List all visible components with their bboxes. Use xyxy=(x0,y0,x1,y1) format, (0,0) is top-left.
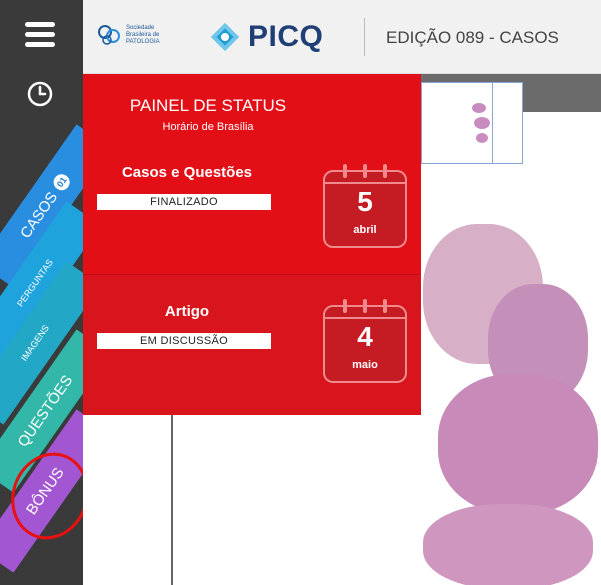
sbp-logo-line: Brasileira de xyxy=(126,31,160,38)
panel-subtitle: Horário de Brasília xyxy=(162,121,254,133)
status-value: FINALIZADO xyxy=(97,194,271,210)
sidebar-item-label: BÔNUS xyxy=(22,464,68,518)
top-header: Sociedade Brasileira de PATOLOGIA PICQ E… xyxy=(83,0,601,74)
header-divider xyxy=(364,18,365,56)
slide-thumbnail[interactable] xyxy=(421,82,523,164)
sbp-logo-line: PATOLOGIA xyxy=(126,38,160,45)
calendar-icon: 5 abril xyxy=(323,164,407,248)
status-section-casos: PAINEL DE STATUS Horário de Brasília Cas… xyxy=(83,74,421,274)
status-section-artigo: Artigo EM DISCUSSÃO 4 maio xyxy=(83,274,421,415)
calendar-month: abril xyxy=(353,224,377,236)
sbp-logo-line: Sociedade xyxy=(126,24,155,31)
calendar-icon: 4 maio xyxy=(323,299,407,383)
calendar-day: 5 xyxy=(357,186,373,217)
calendar-day: 4 xyxy=(357,321,373,352)
section-heading: Casos e Questões xyxy=(121,164,253,181)
picq-logo-icon xyxy=(210,22,240,52)
tissue-sample xyxy=(423,504,593,585)
sidebar-item-label: IMAGENS xyxy=(18,323,51,363)
sbp-logo[interactable]: Sociedade Brasileira de PATOLOGIA xyxy=(97,24,160,46)
section-heading: Artigo xyxy=(164,303,210,320)
panel-title: PAINEL DE STATUS xyxy=(129,96,287,115)
app-name: PICQ xyxy=(248,20,324,53)
slide-edge-line xyxy=(171,414,173,585)
hamburger-menu-icon[interactable] xyxy=(25,22,55,48)
status-value: EM DISCUSSÃO xyxy=(97,333,271,349)
calendar-month: maio xyxy=(352,359,378,371)
casos-count-badge: 01 xyxy=(50,170,73,194)
clock-icon[interactable] xyxy=(26,80,54,113)
status-panel: PAINEL DE STATUS Horário de Brasília Cas… xyxy=(83,74,421,415)
sbp-logo-icon xyxy=(98,25,120,45)
edition-title: EDIÇÃO 089 - CASOS xyxy=(386,28,559,47)
sidebar: CASOS 01 PERGUNTAS IMAGENS QUESTÕES BÔNU… xyxy=(0,0,83,585)
picq-logo[interactable]: PICQ xyxy=(208,20,323,54)
tissue-sample xyxy=(438,374,598,514)
